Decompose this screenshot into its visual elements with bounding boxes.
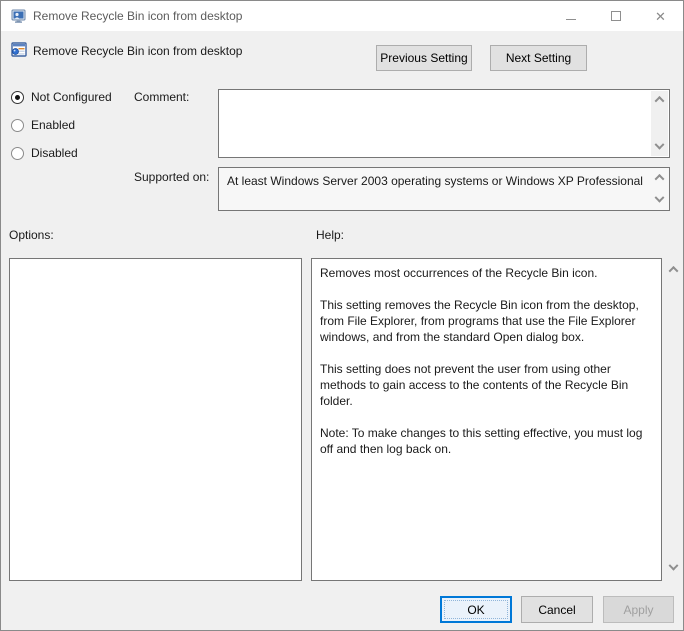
setting-title: Remove Recycle Bin icon from desktop xyxy=(33,44,243,58)
radio-label: Disabled xyxy=(31,146,78,160)
next-setting-button[interactable]: Next Setting xyxy=(490,45,587,71)
apply-button[interactable]: Apply xyxy=(603,596,674,623)
help-text: Removes most occurrences of the Recycle … xyxy=(320,265,655,473)
help-label: Help: xyxy=(316,228,345,242)
help-panel: Removes most occurrences of the Recycle … xyxy=(311,258,662,581)
radio-label: Enabled xyxy=(31,118,76,132)
scroll-down-button[interactable] xyxy=(664,559,682,577)
policy-setting-dialog: Remove Recycle Bin icon from desktop ✕ R… xyxy=(0,0,684,631)
comment-textarea[interactable] xyxy=(218,89,670,158)
supported-on-scrollbar[interactable] xyxy=(651,169,668,209)
ok-button[interactable]: OK xyxy=(440,596,512,623)
help-paragraph: Removes most occurrences of the Recycle … xyxy=(320,266,598,280)
radio-disabled[interactable]: Disabled xyxy=(11,143,78,163)
chevron-up-icon xyxy=(654,95,665,106)
help-paragraph: This setting removes the Recycle Bin ico… xyxy=(320,298,639,344)
scroll-down-button[interactable] xyxy=(651,139,668,156)
radio-circle xyxy=(11,118,24,132)
radio-label: Not Configured xyxy=(31,90,112,104)
radio-circle xyxy=(11,90,24,104)
scroll-up-button[interactable] xyxy=(651,169,668,186)
close-icon: ✕ xyxy=(655,8,666,24)
help-scrollbar[interactable] xyxy=(664,258,682,581)
radio-circle xyxy=(11,146,24,160)
chevron-up-icon xyxy=(654,173,665,184)
window-title: Remove Recycle Bin icon from desktop xyxy=(33,9,243,23)
minimize-button[interactable] xyxy=(548,1,593,31)
supported-on-box: At least Windows Server 2003 operating s… xyxy=(218,167,670,211)
maximize-icon xyxy=(610,11,621,21)
chevron-down-icon xyxy=(668,560,678,571)
comment-scrollbar[interactable] xyxy=(651,91,668,156)
supported-on-label: Supported on: xyxy=(134,170,210,184)
help-paragraph: This setting does not prevent the user f… xyxy=(320,362,629,408)
chevron-down-icon xyxy=(654,192,665,203)
help-paragraph: Note: To make changes to this setting ef… xyxy=(320,426,643,456)
radio-enabled[interactable]: Enabled xyxy=(11,115,75,135)
radio-not-configured[interactable]: Not Configured xyxy=(11,87,112,107)
options-panel xyxy=(9,258,302,581)
scroll-down-button[interactable] xyxy=(651,192,668,209)
radio-dot xyxy=(15,94,20,100)
scroll-up-button[interactable] xyxy=(651,91,668,108)
close-button[interactable]: ✕ xyxy=(638,1,683,31)
cancel-button[interactable]: Cancel xyxy=(521,596,593,623)
supported-on-value: At least Windows Server 2003 operating s… xyxy=(227,174,643,188)
previous-setting-button[interactable]: Previous Setting xyxy=(376,45,472,71)
titlebar[interactable]: Remove Recycle Bin icon from desktop ✕ xyxy=(1,1,683,31)
comment-label: Comment: xyxy=(134,90,190,104)
minimize-icon xyxy=(565,18,576,20)
group-policy-app-icon xyxy=(11,9,26,23)
scroll-up-button[interactable] xyxy=(664,260,682,278)
chevron-up-icon xyxy=(668,265,678,276)
policy-setting-icon xyxy=(11,42,27,57)
chevron-down-icon xyxy=(654,139,665,150)
options-label: Options: xyxy=(9,228,54,242)
maximize-button[interactable] xyxy=(593,1,638,31)
